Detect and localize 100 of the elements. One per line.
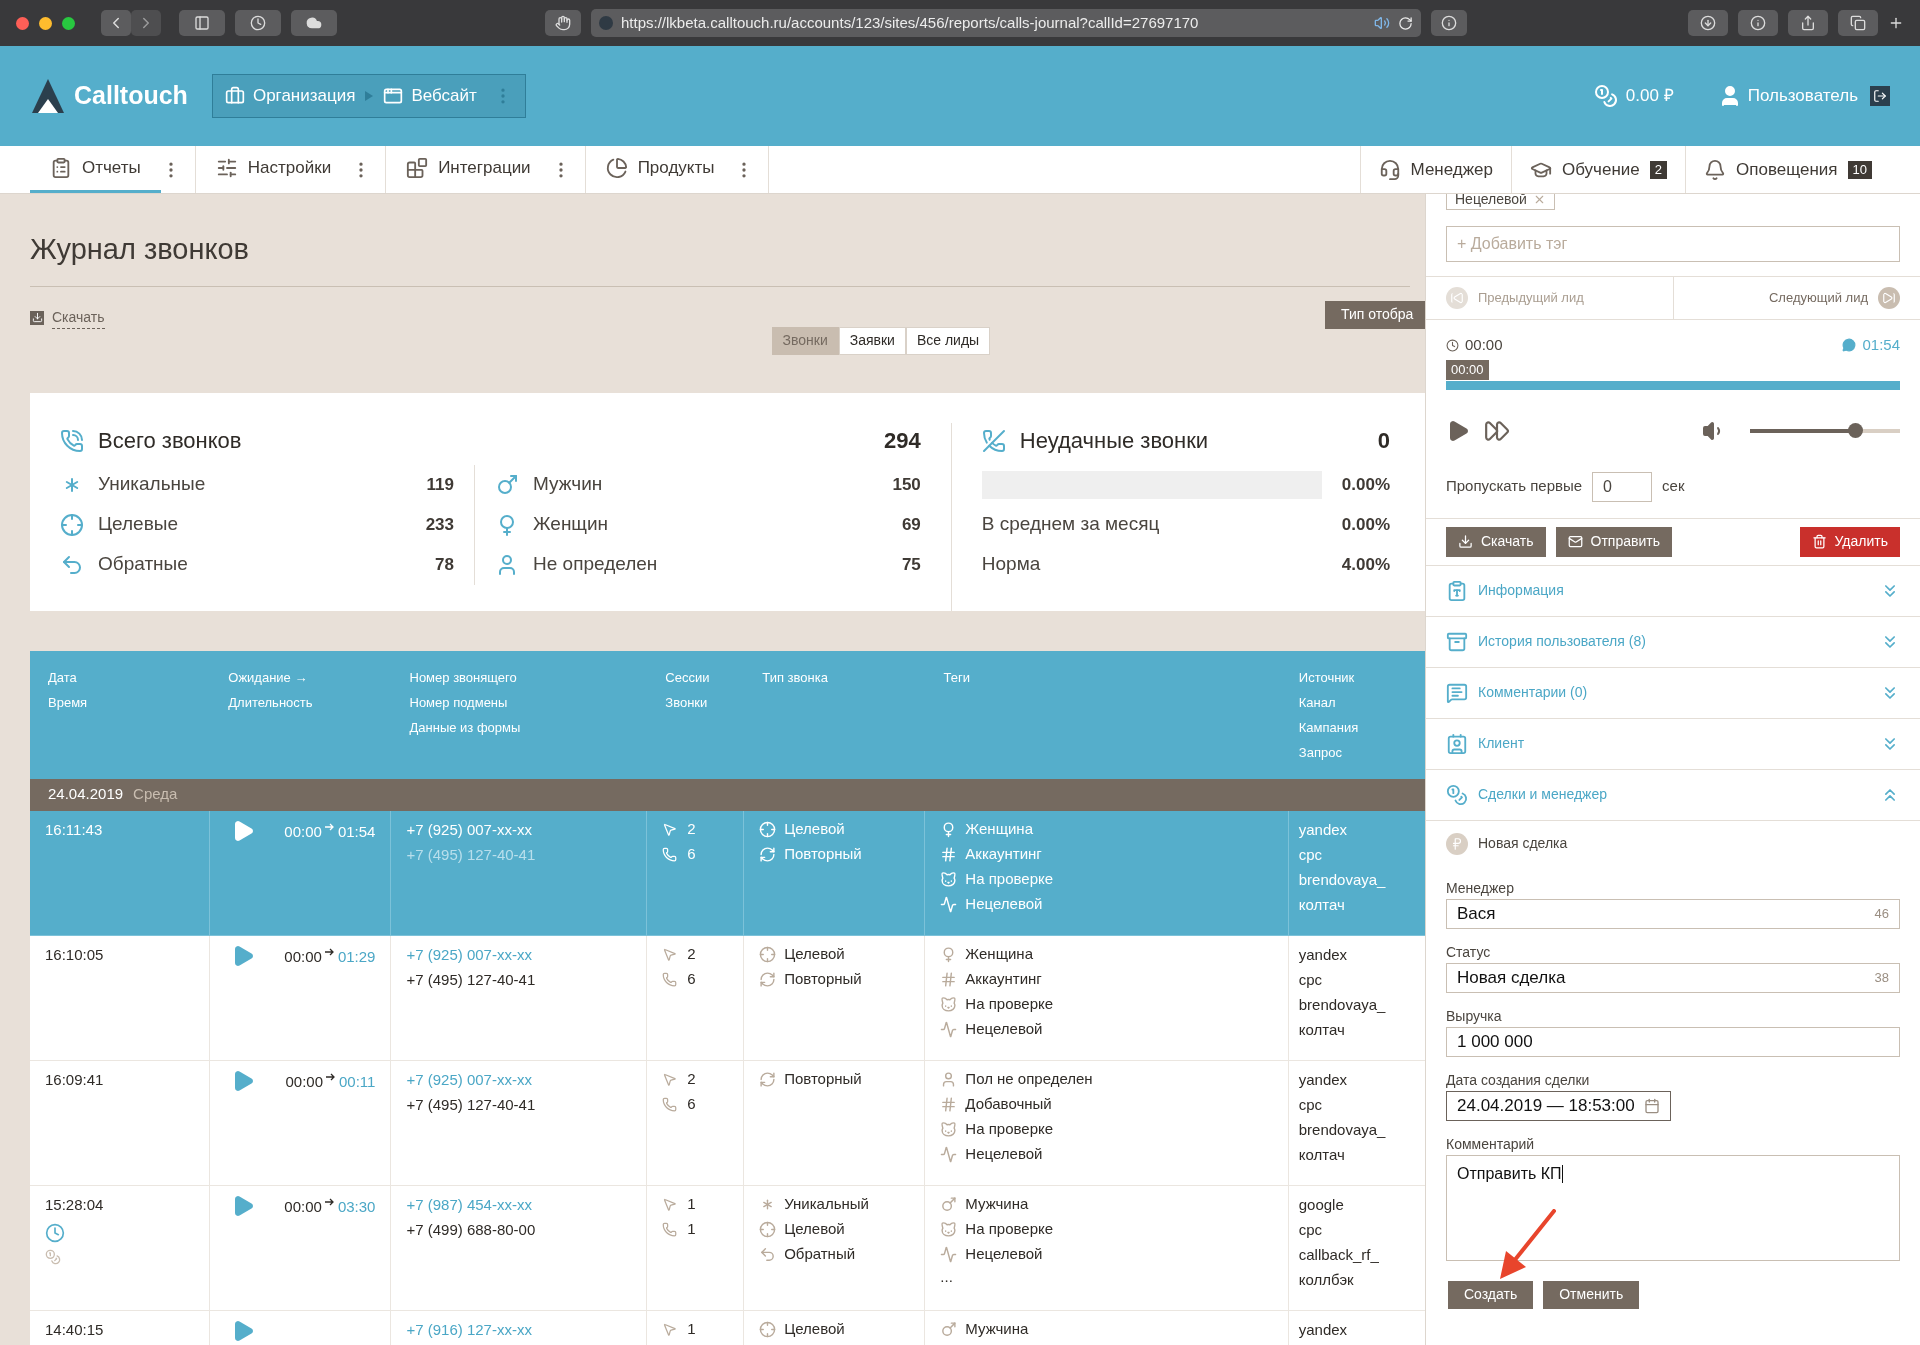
download-button[interactable]: Скачать — [1446, 526, 1546, 557]
nav-tab[interactable]: Интеграции — [386, 146, 551, 193]
column-heading[interactable]: Звонки — [665, 689, 727, 715]
cloud-icon[interactable] — [306, 15, 322, 31]
select-field[interactable]: Вася 46 — [1446, 898, 1900, 929]
create-button[interactable]: Создать — [1448, 1280, 1534, 1309]
input-field[interactable]: 1 000 000 — [1446, 1026, 1900, 1057]
column-heading[interactable]: Номер подмены — [409, 689, 630, 715]
previous-lead-link[interactable]: Предыдущий лид — [1478, 288, 1673, 308]
share-icon[interactable] — [1800, 15, 1816, 31]
view-tab[interactable]: Заявки — [838, 326, 906, 355]
info-icon[interactable] — [1750, 15, 1766, 31]
skip-seconds-field[interactable]: 0 — [1592, 471, 1653, 502]
caller-number[interactable]: +7 (987) 454-xx-xx — [406, 1191, 632, 1217]
user-menu[interactable]: Пользователь — [1747, 83, 1858, 109]
coins-icon — [1593, 84, 1618, 108]
accordion-header[interactable]: Клиент — [1426, 718, 1920, 770]
maximize-window-icon[interactable] — [62, 16, 75, 30]
hand-icon[interactable] — [555, 15, 571, 31]
caller-number[interactable]: +7 (925) 007-xx-xx — [406, 941, 632, 967]
reload-icon[interactable] — [1398, 15, 1413, 31]
nav-item[interactable]: Обучение 2 — [1511, 146, 1685, 193]
logout-button[interactable] — [1870, 86, 1890, 106]
column-heading[interactable]: Время — [48, 689, 193, 715]
nav-tab[interactable]: Продукты — [585, 146, 735, 193]
start-time: 00:00 — [1465, 335, 1504, 355]
group-weekday: Среда — [133, 784, 178, 805]
field-label: Выручка — [1446, 1006, 1503, 1026]
column-heading[interactable]: Канал — [1298, 689, 1415, 715]
close-window-icon[interactable] — [16, 16, 29, 30]
column-heading[interactable]: Данные из формы — [409, 714, 630, 740]
tabs-icon[interactable] — [1850, 15, 1866, 31]
field-count: 38 — [1874, 968, 1889, 987]
caller-number[interactable]: +7 (925) 007-xx-xx — [406, 816, 632, 842]
table-cell-text: 6 — [687, 843, 696, 864]
downloads-icon[interactable] — [1700, 15, 1716, 31]
nav-item[interactable]: Оповещения 10 — [1685, 146, 1890, 193]
next-lead-link[interactable]: Следующий лид — [1673, 288, 1868, 308]
caller-number[interactable]: +7 (916) 127-xx-xx — [406, 1316, 632, 1342]
table-row[interactable]: 16:09:41 00:00 00:11 +7 (925) 007-xx-xx +7 (495) 127-40-41 2 6 Повторный Пол не определен Добавочный На проверке Нецелевой yandex cpc brendovaya_ колтач — [30, 1060, 1425, 1186]
history-icon[interactable] — [250, 15, 266, 31]
cancel-button[interactable]: Отменить — [1543, 1280, 1640, 1309]
column-heading[interactable]: Теги — [943, 664, 1271, 690]
volume-thumb[interactable] — [1848, 423, 1863, 438]
breadcrumb-link[interactable]: Вебсайт — [411, 83, 477, 109]
nav-tab[interactable]: Настройки — [195, 146, 352, 193]
accordion-header[interactable]: Сделки и менеджер — [1426, 769, 1920, 821]
select-field[interactable]: Новая сделка 38 — [1446, 962, 1900, 993]
accordion-header[interactable]: История пользователя (8) — [1426, 616, 1920, 668]
new-tab-icon[interactable] — [1888, 15, 1904, 31]
table-row[interactable]: 16:11:43 00:00 01:54 +7 (925) 007-xx-xx +7 (495) 127-40-41 2 6 Целевой Повторный Женщина Аккаунтинг На проверке Нецелевой yandex cpc brendovaya_ колтач — [30, 810, 1425, 936]
table-row[interactable]: 14:40:15 +7 (916) 127-xx-xx 1 Целевой Мужчина yandex — [30, 1310, 1425, 1345]
download-link[interactable]: Скачать — [52, 306, 105, 329]
tag-chip[interactable]: Нецелевой — [1446, 194, 1555, 210]
column-heading[interactable]: Тип звонка — [762, 664, 908, 690]
address-bar[interactable]: https://lkbeta.calltouch.ru/accounts/123/sites/456/reports/calls-journal?callId=27697170 — [591, 9, 1421, 37]
nav-item[interactable]: Менеджер — [1359, 146, 1511, 193]
table-cell-text: 16:11:43 — [45, 819, 104, 840]
logo-text[interactable]: Calltouch — [74, 77, 188, 115]
audio-progress-bar[interactable] — [1446, 380, 1900, 390]
cursor-icon — [662, 946, 678, 962]
caller-number[interactable]: +7 (925) 007-xx-xx — [406, 1066, 632, 1092]
column-heading[interactable]: Длительность — [228, 689, 374, 715]
info-icon[interactable] — [1441, 15, 1457, 31]
date-field[interactable]: 24.04.2019 — 18:53:00 — [1446, 1090, 1671, 1121]
breadcrumb-link[interactable]: Организация — [252, 83, 356, 109]
archive-icon — [1446, 630, 1468, 653]
balance[interactable]: 0.00 ₽ — [1625, 83, 1674, 109]
table-row[interactable]: 15:28:04 00:00 03:30 +7 (987) 454-xx-xx +7 (499) 688-80-00 1 1 Уникальный Целевой Обратный Мужчина На проверке Нецелевой ... google cpc callback_rf_ коллбэк — [30, 1185, 1425, 1311]
accordion-header[interactable]: Комментарии (0) — [1426, 667, 1920, 719]
view-tab[interactable]: Звонки — [771, 326, 839, 355]
volume-slider[interactable] — [1750, 422, 1900, 439]
more-text[interactable]: ... — [940, 1266, 1273, 1287]
column-heading[interactable]: Номер звонящего — [409, 664, 630, 690]
logo-icon — [30, 77, 66, 115]
chat-bubble-icon — [1842, 338, 1857, 353]
column-heading[interactable]: Источник — [1298, 664, 1415, 690]
display-type-button[interactable]: Тип отобра — [1325, 300, 1425, 329]
delete-button[interactable]: Удалить — [1799, 526, 1900, 557]
send-button[interactable]: Отправить — [1555, 526, 1672, 557]
column-heading[interactable]: Ожидание → — [228, 664, 374, 690]
table-row[interactable]: 16:10:05 00:00 01:29 +7 (925) 007-xx-xx +7 (495) 127-40-41 2 6 Целевой Повторный Женщина Аккаунтинг На проверке Нецелевой yandex cpc brendovaya_ колтач — [30, 935, 1425, 1061]
sidebar-icon[interactable] — [194, 15, 210, 31]
calendar-icon[interactable] — [1644, 1097, 1660, 1114]
column-heading[interactable]: Дата — [48, 664, 193, 690]
tag-label: На проверке — [965, 1118, 1054, 1139]
view-tab[interactable]: Все лиды — [905, 326, 991, 355]
column-heading[interactable]: Кампания — [1298, 714, 1415, 740]
tag-label: Мужчина — [965, 1318, 1029, 1339]
accordion-header[interactable]: Информация — [1426, 565, 1920, 617]
comment-field[interactable]: Отправить КП — [1446, 1154, 1900, 1261]
call-type: Целевой — [784, 818, 845, 839]
column-heading[interactable]: Сессии — [665, 664, 727, 690]
add-tag-field[interactable]: + Добавить тэг — [1446, 226, 1900, 262]
minimize-window-icon[interactable] — [39, 16, 52, 30]
speaker-icon[interactable] — [1374, 15, 1390, 31]
column-heading[interactable]: Запрос — [1298, 739, 1415, 765]
field-value: 1 000 000 — [1457, 1030, 1534, 1053]
tag-label: Женщина — [965, 818, 1033, 839]
table-cell-text: 00:00 — [284, 1196, 322, 1217]
